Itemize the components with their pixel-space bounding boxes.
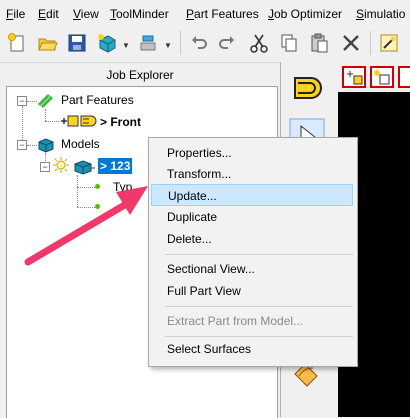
tree-connector [45, 121, 59, 122]
menu-separator [165, 336, 353, 337]
tree-connector [77, 207, 95, 208]
view-more-icon[interactable] [398, 66, 410, 88]
tree-connector [45, 109, 46, 121]
status-dot-icon [95, 204, 100, 209]
add-part-icon[interactable] [96, 32, 118, 54]
menu-item-label: Select Surfaces [167, 342, 252, 356]
menu-item-label: Extract Part from Model... [167, 314, 304, 328]
menu-item-sectional-view[interactable]: Sectional View... [151, 258, 353, 280]
collapse-model-icon[interactable]: − [40, 162, 50, 172]
menu-item-duplicate[interactable]: Duplicate [151, 206, 353, 228]
menu-simulation[interactable]: Simulatio [356, 7, 405, 21]
view-add-icon[interactable] [370, 66, 394, 88]
menu-item-update[interactable]: Update... [151, 184, 353, 206]
job-explorer-title: Job Explorer [106, 68, 174, 82]
menu-edit[interactable]: Edit [38, 7, 59, 21]
new-icon[interactable] [6, 32, 28, 54]
tree-item-model-selected[interactable]: > 123 [98, 158, 133, 174]
menu-separator [165, 254, 353, 255]
tool-icon[interactable] [138, 32, 160, 54]
open-icon[interactable] [36, 32, 58, 54]
menu-view[interactable]: View [73, 7, 99, 21]
tree-item-part-features[interactable]: Part Features [61, 93, 134, 107]
menu-bar: File Edit View ToolMinder Part Features … [0, 0, 410, 26]
menu-separator [165, 306, 353, 307]
models-icon [38, 138, 54, 153]
menu-item-label: Delete... [167, 232, 212, 246]
menu-item-label: Transform... [167, 167, 232, 181]
cut-icon[interactable] [248, 32, 270, 54]
save-icon[interactable] [66, 32, 88, 54]
copy-icon[interactable] [278, 32, 300, 54]
context-menu: Properties... Transform... Update... Dup… [148, 137, 358, 367]
toolbar-separator [370, 31, 371, 55]
tree-connector [77, 175, 78, 207]
menu-item-label: Update... [168, 189, 217, 203]
redo-icon[interactable] [216, 32, 238, 54]
menu-item-label: Full Part View [167, 284, 241, 298]
menu-item-transform[interactable]: Transform... [151, 163, 353, 185]
menu-item-select-surfaces[interactable]: Select Surfaces [151, 338, 353, 360]
paste-icon[interactable] [308, 32, 330, 54]
wizard-icon[interactable] [378, 32, 400, 54]
model-part-icon [74, 160, 95, 175]
menu-item-label: Duplicate [167, 210, 218, 224]
model-status-light-icon [53, 157, 69, 173]
menu-part-features[interactable]: Part Features [186, 7, 259, 21]
delete-icon[interactable] [340, 32, 362, 54]
menu-item-delete[interactable]: Delete... [151, 228, 353, 250]
toolbar-separator [180, 31, 181, 55]
tree-item-typ[interactable]: Typ [113, 180, 132, 194]
undo-icon[interactable] [188, 32, 210, 54]
menu-item-extract-part: Extract Part from Model... [151, 310, 353, 332]
collapse-models-icon[interactable]: − [17, 140, 27, 150]
tree-connector [27, 101, 37, 102]
part-features-icon [37, 93, 54, 109]
feature-front-icon [61, 115, 97, 127]
toolbar: ▼ ▼ [0, 26, 410, 63]
menu-item-properties[interactable]: Properties... [151, 142, 353, 164]
tree-item-front[interactable]: > Front [100, 115, 141, 129]
collapse-part-features-icon[interactable]: − [17, 96, 27, 106]
status-dot-icon [95, 184, 100, 189]
menu-item-label: Sectional View... [167, 262, 255, 276]
part-feature-button-icon[interactable] [289, 70, 325, 106]
view-toolbar [338, 62, 410, 92]
add-part-dropdown-icon[interactable]: ▼ [122, 41, 130, 50]
tool-dropdown-icon[interactable]: ▼ [164, 41, 172, 50]
view-front-icon[interactable] [342, 66, 366, 88]
tree-item-models[interactable]: Models [61, 137, 100, 151]
menu-toolminder[interactable]: ToolMinder [110, 7, 169, 21]
menu-item-label: Properties... [167, 146, 232, 160]
menu-file[interactable]: File [6, 7, 25, 21]
tree-connector [77, 187, 95, 188]
tree-connector [27, 145, 37, 146]
menu-job-optimizer[interactable]: Job Optimizer [268, 7, 342, 21]
menu-item-full-part-view[interactable]: Full Part View [151, 280, 353, 302]
